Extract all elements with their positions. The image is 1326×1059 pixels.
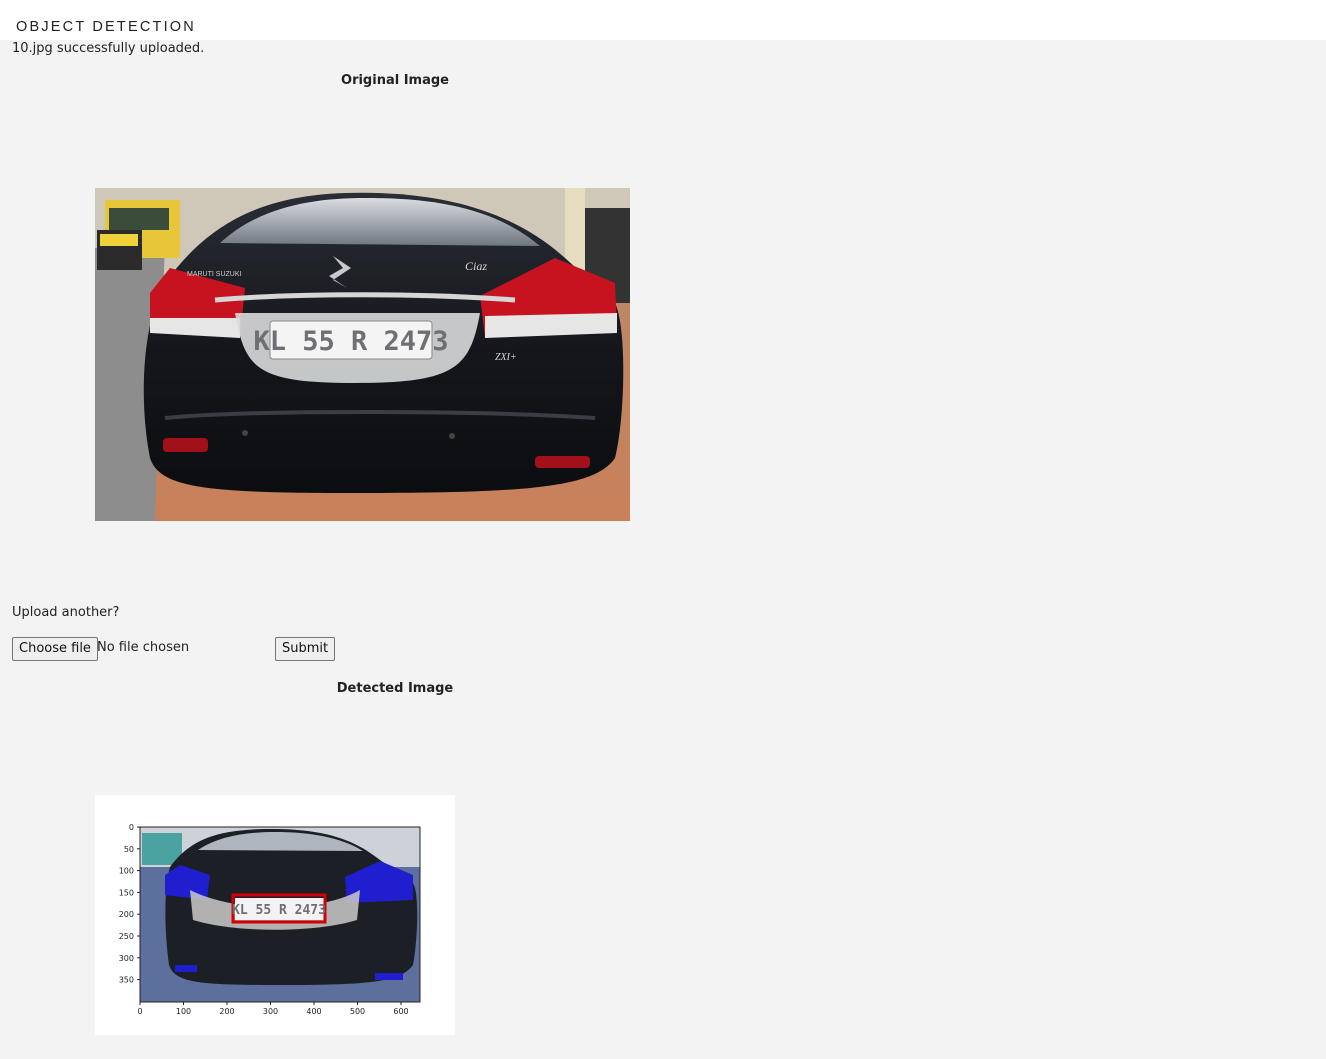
original-plate-text: KL 55 R 2473 [253,326,448,357]
x-tick-label: 100 [176,1007,191,1016]
upload-another-prompt: Upload another? [12,605,120,620]
detected-image-heading: Detected Image [336,681,454,696]
trim-badge: ZXI+ [495,352,517,363]
x-tick-label: 500 [350,1007,365,1016]
y-tick-label: 350 [119,976,134,985]
x-tick-label: 0 [137,1007,142,1016]
y-tick-label: 100 [119,867,134,876]
detected-image: KL 55 R 2473 0 100 200 300 400 500 600 0 50 100 15… [95,795,455,1035]
choose-file-button[interactable]: Choose file [12,637,98,661]
x-tick-label: 600 [393,1007,408,1016]
upload-status-message: 10.jpg successfully uploaded. [12,41,205,56]
detected-plot: KL 55 R 2473 0 100 200 300 400 500 600 0 50 100 15… [119,823,421,1016]
top-bar: OBJECT DETECTION [0,0,1326,40]
original-image-heading: Original Image [341,73,449,88]
y-tick-label: 0 [129,823,134,832]
original-image: KL 55 R 2473 MARUTI SUZUKI Ciaz ZXI+ [95,188,630,521]
detected-plate-text: KL 55 R 2473 [232,903,326,918]
submit-button[interactable]: Submit [275,637,336,661]
x-tick-label: 300 [263,1007,278,1016]
file-upload-form: Choose file No file chosen Submit [12,637,342,661]
model-badge: Ciaz [465,259,487,273]
brand-badge: MARUTI SUZUKI [187,271,242,278]
y-tick-label: 150 [119,888,134,897]
car-photo-graphic: KL 55 R 2473 MARUTI SUZUKI Ciaz ZXI+ [95,188,630,521]
y-tick-label: 50 [124,845,134,854]
x-tick-label: 400 [306,1007,321,1016]
x-tick-label: 200 [219,1007,234,1016]
y-tick-label: 300 [119,954,134,963]
app-title: OBJECT DETECTION [16,19,196,35]
y-tick-label: 200 [119,910,134,919]
file-name-display: No file chosen [97,640,190,655]
y-tick-label: 250 [119,932,134,941]
